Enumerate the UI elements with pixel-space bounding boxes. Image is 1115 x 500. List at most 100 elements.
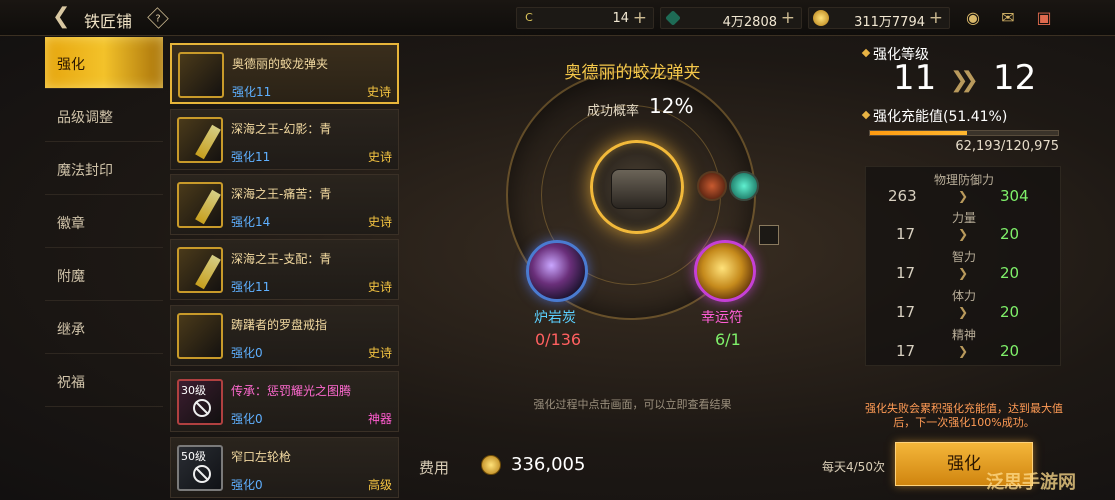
resource-gold: 311万7794 + — [808, 7, 950, 30]
menu-item-emblem[interactable]: 徽章 — [45, 196, 163, 248]
arrow-icon: ❯ — [958, 305, 969, 319]
item-enhance-level: 强化14 — [231, 215, 271, 229]
treasure-pot-icon[interactable]: ◉ — [961, 8, 985, 28]
charge-numbers: 62,193/120,975 — [955, 139, 1059, 154]
left-menu: 强化 品级调整 魔法封印 徽章 附魔 继承 祝福 — [45, 37, 163, 500]
item-level-tag: 50级 — [181, 450, 206, 463]
double-arrow-icon: ❯❯ — [950, 68, 979, 93]
lucky-charm-icon[interactable] — [694, 240, 756, 302]
item-enhance-level: 强化0 — [231, 412, 263, 426]
item-grade: 神器 — [367, 412, 392, 426]
item-name: 深海之王-幻影：青 — [231, 122, 332, 136]
red-gem-icon — [697, 171, 727, 201]
item-thumb: 30级 — [177, 379, 223, 425]
item-thumb: 50级 — [177, 445, 223, 491]
list-item[interactable]: 深海之王-幻影：青 强化11 史诗 — [170, 109, 399, 170]
stat-old: 17 — [896, 264, 916, 282]
item-level-tag: 30级 — [181, 384, 206, 397]
arrow-icon: ❯ — [958, 227, 969, 241]
c-coin-icon: C — [525, 11, 533, 24]
item-enhance-level: 强化0 — [231, 346, 263, 360]
item-enhance-level: 强化11 — [231, 280, 271, 294]
help-icon[interactable]: ? — [147, 7, 169, 29]
item-grade: 史诗 — [367, 280, 392, 294]
material-name: 幸运符 — [701, 310, 743, 326]
lava-coal-icon[interactable] — [526, 240, 588, 302]
stat-old: 263 — [888, 187, 917, 205]
item-grade: 史诗 — [367, 346, 392, 360]
menu-item-inherit[interactable]: 继承 — [45, 302, 163, 354]
back-arrow-icon[interactable]: ❮ — [52, 6, 78, 30]
item-name: 传承：惩罚耀光之图腾 — [231, 384, 352, 398]
cost-label: 费用 — [419, 459, 450, 477]
menu-item-enchant[interactable]: 附魔 — [45, 249, 163, 301]
list-item[interactable]: 踌躇者的罗盘戒指 强化0 史诗 — [170, 305, 399, 366]
stat-name: 精神 — [951, 328, 976, 342]
checkbox[interactable] — [759, 225, 779, 245]
page-title: 铁匠铺 — [84, 12, 133, 31]
item-grade: 高级 — [367, 478, 392, 492]
item-grade: 史诗 — [367, 150, 392, 164]
item-name: 踌躇者的罗盘戒指 — [231, 318, 328, 332]
equipment-list: 奥德丽的蛟龙弹夹 强化11 史诗 深海之王-幻影：青 强化11 史诗 深海之王-… — [170, 40, 400, 500]
add-c-coin-button[interactable]: + — [633, 8, 647, 28]
stat-name: 物理防御力 — [933, 173, 994, 187]
resource-value: 4万2808 — [722, 15, 777, 30]
menu-item-grade-adjust[interactable]: 品级调整 — [45, 90, 163, 142]
list-item[interactable]: 奥德丽的蛟龙弹夹 强化11 史诗 — [170, 43, 399, 104]
list-item[interactable]: 30级 传承：惩罚耀光之图腾 强化0 神器 — [170, 371, 399, 432]
enhance-stage[interactable]: 奥德丽的蛟龙弹夹 成功概率 12% 炉岩炭 幸运符 0/136 6/1 强化过程… — [405, 40, 860, 450]
watermark: 泛思手游网 — [986, 472, 1076, 493]
menu-item-magic-seal[interactable]: 魔法封印 — [45, 143, 163, 195]
stat-new: 20 — [1000, 264, 1020, 282]
magazine-icon — [611, 169, 667, 209]
item-enhance-level: 强化0 — [231, 478, 263, 492]
diamond-bullet-icon — [861, 110, 871, 120]
stat-old: 17 — [896, 303, 916, 321]
stat-name: 体力 — [951, 289, 976, 303]
menu-item-blessing[interactable]: 祝福 — [45, 355, 163, 407]
level-to: 12 — [993, 58, 1037, 98]
diamond-bullet-icon — [861, 48, 871, 58]
list-item[interactable]: 深海之王-痛苦：青 强化14 史诗 — [170, 174, 399, 235]
green-gem-icon — [729, 171, 759, 201]
charge-label: 强化充能值(51.41%) — [873, 109, 1008, 125]
resource-value: 311万7794 — [854, 15, 925, 30]
resource-c-coin: C 14 + — [516, 7, 654, 29]
success-rate-label: 成功概率 — [587, 104, 640, 119]
hint-text: 强化过程中点击画面，可以立即查看结果 — [533, 398, 732, 411]
stat-old: 17 — [896, 342, 916, 360]
add-crystal-button[interactable]: + — [781, 8, 795, 28]
item-thumb — [177, 247, 223, 293]
item-grade: 史诗 — [366, 85, 391, 99]
item-name: 深海之王-支配：青 — [231, 252, 332, 266]
item-name: 深海之王-痛苦：青 — [231, 187, 332, 201]
mail-icon[interactable]: ✉ — [996, 8, 1020, 28]
item-enhance-level: 强化11 — [232, 85, 272, 99]
chat-icon[interactable]: ▣ — [1032, 8, 1056, 28]
arrow-icon: ❯ — [958, 266, 969, 280]
item-thumb — [178, 52, 224, 98]
item-name: 窄口左轮枪 — [231, 450, 292, 464]
selected-item-slot — [590, 140, 684, 234]
list-item[interactable]: 深海之王-支配：青 强化11 史诗 — [170, 239, 399, 300]
item-thumb — [177, 182, 223, 228]
list-item[interactable]: 50级 窄口左轮枪 强化0 高级 — [170, 437, 399, 498]
enhance-info-panel: 强化等级 11 ❯❯ 12 强化充能值(51.41%) 62,193/120,9… — [861, 40, 1063, 370]
stat-new: 20 — [1000, 342, 1020, 360]
material-count: 6/1 — [715, 330, 741, 349]
prohibited-icon — [193, 399, 211, 417]
menu-item-enhance[interactable]: 强化 — [45, 37, 163, 89]
prohibited-icon — [193, 465, 211, 483]
item-thumb — [177, 313, 223, 359]
level-from: 11 — [893, 58, 937, 98]
arrow-icon: ❯ — [958, 344, 969, 358]
item-thumb — [177, 117, 223, 163]
stat-new: 20 — [1000, 303, 1020, 321]
arrow-icon: ❯ — [958, 189, 969, 203]
cost-value: 336,005 — [511, 454, 586, 475]
green-crystal-icon — [665, 10, 681, 26]
stat-comparison: 物理防御力 263 ❯ 304 力量 17 ❯ 20 智力 17 ❯ 20 体力… — [865, 166, 1061, 366]
resource-crystal: 4万2808 + — [660, 7, 802, 30]
add-gold-button[interactable]: + — [929, 8, 943, 28]
